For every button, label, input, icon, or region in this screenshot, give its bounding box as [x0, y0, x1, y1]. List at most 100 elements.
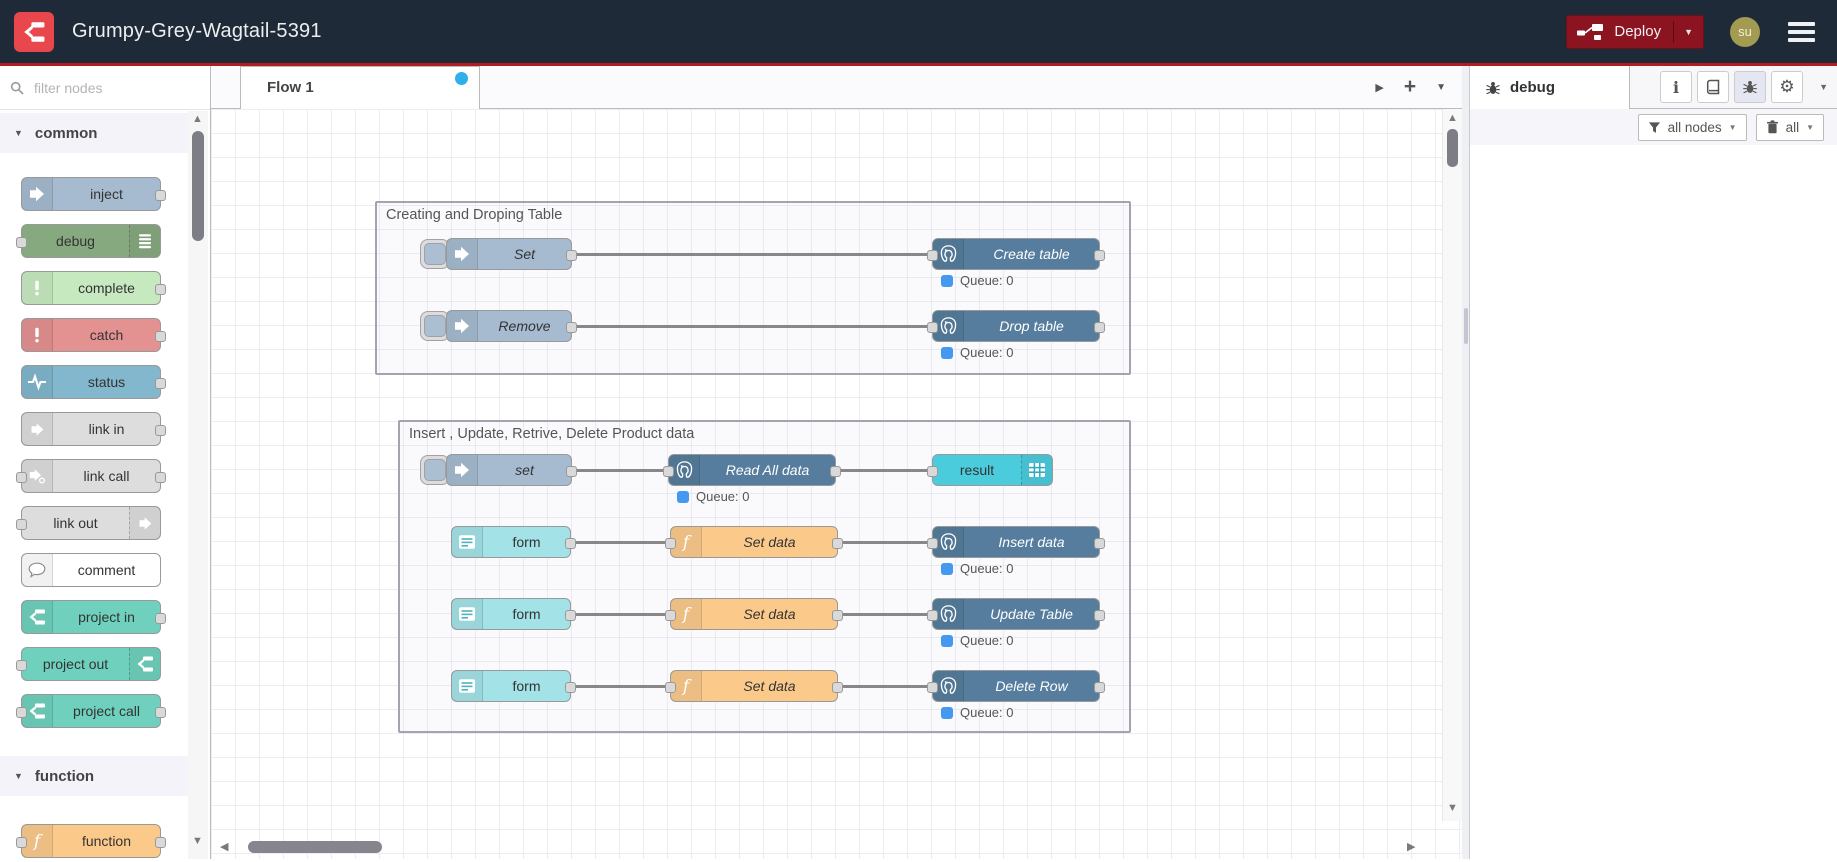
flow-node-setdata1[interactable]: f Set data [665, 526, 843, 558]
canvas-vscrollbar-thumb[interactable] [1447, 129, 1458, 167]
flow-node-update[interactable]: Update Table [927, 598, 1105, 630]
flow-node-setdata2[interactable]: f Set data [665, 598, 843, 630]
port-in[interactable] [16, 236, 27, 248]
debug-clear-button[interactable]: all ▼ [1755, 113, 1824, 141]
scroll-left-icon[interactable]: ◀ [220, 840, 228, 853]
deploy-options-caret-icon[interactable]: ▼ [1684, 27, 1693, 37]
port-out[interactable] [832, 681, 843, 693]
port-in[interactable] [16, 471, 27, 483]
help-panel-button[interactable] [1697, 71, 1729, 103]
flow-node-drop[interactable]: Drop table [927, 310, 1105, 342]
port-out[interactable] [1094, 681, 1105, 693]
port-in[interactable] [16, 659, 27, 671]
flow-node-remove[interactable]: Remove [446, 310, 577, 342]
palette-node-project-in[interactable]: project in [21, 600, 166, 634]
port-in[interactable] [16, 518, 27, 530]
palette-node-inject[interactable]: inject [21, 177, 166, 211]
flow-node-setdata3[interactable]: f Set data [665, 670, 843, 702]
flow-node-delete[interactable]: Delete Row [927, 670, 1105, 702]
search-input[interactable] [32, 78, 162, 97]
scroll-down-icon[interactable]: ▼ [1447, 802, 1458, 814]
wire[interactable] [570, 324, 934, 328]
port-out[interactable] [565, 537, 576, 549]
port-in[interactable] [665, 537, 676, 549]
port-out[interactable] [566, 249, 577, 261]
palette-category-common[interactable]: ▼ common [0, 113, 190, 153]
port-out[interactable] [155, 189, 166, 201]
palette-scrollbar[interactable]: ▲ ▼ [188, 111, 208, 859]
sidebar-tabs-caret-icon[interactable]: ▼ [1819, 82, 1828, 92]
port-out[interactable] [155, 706, 166, 718]
port-out[interactable] [565, 681, 576, 693]
canvas-vscrollbar[interactable]: ▲ ▼ [1442, 109, 1462, 821]
port-out[interactable] [155, 471, 166, 483]
wire[interactable] [834, 468, 934, 472]
palette-category-function[interactable]: ▼ function [0, 756, 190, 796]
palette-node-function[interactable]: f function [16, 824, 166, 858]
wire[interactable] [570, 252, 934, 256]
flow-node-create[interactable]: Create table [927, 238, 1105, 270]
port-out[interactable] [832, 537, 843, 549]
port-out[interactable] [155, 424, 166, 436]
main-menu-button[interactable] [1788, 18, 1815, 46]
port-out[interactable] [565, 609, 576, 621]
scroll-right-icon[interactable]: ▶ [1407, 840, 1415, 853]
port-in[interactable] [927, 465, 938, 477]
wire[interactable] [836, 540, 934, 544]
port-in[interactable] [665, 609, 676, 621]
splitter-handle[interactable] [1464, 308, 1468, 344]
port-out[interactable] [155, 330, 166, 342]
sidebar-splitter[interactable] [1462, 66, 1470, 859]
wire[interactable] [836, 684, 934, 688]
palette-node-catch[interactable]: catch [21, 318, 166, 352]
port-in[interactable] [927, 537, 938, 549]
wire[interactable] [570, 468, 670, 472]
user-avatar[interactable]: su [1730, 16, 1760, 47]
port-in[interactable] [927, 321, 938, 333]
port-out[interactable] [1094, 249, 1105, 261]
scroll-up-icon[interactable]: ▲ [192, 113, 203, 125]
deploy-button[interactable]: Deploy ▼ [1566, 14, 1704, 49]
wire[interactable] [569, 612, 672, 616]
wire[interactable] [569, 540, 672, 544]
debug-panel-button[interactable] [1734, 71, 1766, 103]
scroll-down-icon[interactable]: ▼ [192, 835, 203, 847]
palette-node-project-call[interactable]: project call [16, 694, 166, 728]
port-in[interactable] [663, 465, 674, 477]
palette-node-project-out[interactable]: project out [16, 647, 161, 681]
palette-node-link-out[interactable]: link out [16, 506, 161, 540]
flow-list-caret-icon[interactable]: ▼ [1436, 82, 1446, 93]
canvas-hscrollbar[interactable]: ◀ ▶ [211, 835, 1442, 859]
palette-node-link-call[interactable]: link call [16, 459, 166, 493]
port-in[interactable] [16, 706, 27, 718]
wire[interactable] [569, 684, 672, 688]
port-out[interactable] [155, 377, 166, 389]
flow-node-result[interactable]: result [927, 454, 1053, 486]
port-out[interactable] [566, 465, 577, 477]
flow-node-form1[interactable]: form [451, 526, 576, 558]
debug-filter-button[interactable]: all nodes ▼ [1637, 113, 1747, 141]
tab-flow-1[interactable]: Flow 1 [240, 66, 480, 109]
palette-node-comment[interactable]: comment [21, 553, 161, 587]
port-out[interactable] [830, 465, 841, 477]
port-out[interactable] [1094, 537, 1105, 549]
port-in[interactable] [927, 249, 938, 261]
info-panel-button[interactable]: i [1660, 71, 1692, 103]
canvas-hscrollbar-thumb[interactable] [248, 841, 382, 853]
port-out[interactable] [832, 609, 843, 621]
flow-node-set1[interactable]: Set [446, 238, 577, 270]
port-out[interactable] [155, 612, 166, 624]
scroll-up-icon[interactable]: ▲ [1447, 112, 1458, 124]
port-in[interactable] [927, 609, 938, 621]
flow-node-set2[interactable]: set [446, 454, 577, 486]
flow-node-readall[interactable]: Read All data [663, 454, 841, 486]
port-in[interactable] [927, 681, 938, 693]
palette-node-debug[interactable]: debug [16, 224, 161, 258]
flow-node-form3[interactable]: form [451, 670, 576, 702]
port-out[interactable] [566, 321, 577, 333]
port-out[interactable] [1094, 609, 1105, 621]
palette-node-status[interactable]: status [21, 365, 166, 399]
palette-node-complete[interactable]: complete [21, 271, 166, 305]
flow-node-form2[interactable]: form [451, 598, 576, 630]
palette-node-link-in[interactable]: link in [21, 412, 166, 446]
